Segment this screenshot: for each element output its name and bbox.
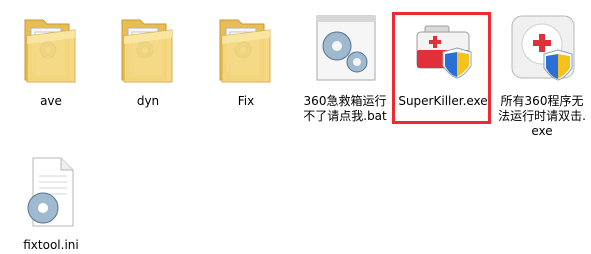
file-name: dyn <box>136 94 160 108</box>
folder-dyn[interactable]: dyn <box>99 6 197 109</box>
folder-icon <box>112 6 184 90</box>
first-aid-kit-icon <box>407 6 479 90</box>
file-name: SuperKiller.exe <box>398 94 488 108</box>
folder-ave[interactable]: ave <box>2 6 100 109</box>
file-name: fixtool.ini <box>23 238 79 252</box>
folder-fix[interactable]: Fix <box>197 6 295 109</box>
folder-icon <box>210 6 282 90</box>
file-superkiller-exe[interactable]: SuperKiller.exe <box>394 6 492 109</box>
file-name: Fix <box>237 94 255 108</box>
folder-icon <box>15 6 87 90</box>
red-cross-shield-icon <box>506 6 578 90</box>
file-explorer-view: ave dyn Fix 360急救箱运行不了请点我.bat SuperKille… <box>0 0 591 254</box>
file-360-bat[interactable]: 360急救箱运行不了请点我.bat <box>296 6 394 124</box>
file-name: 360急救箱运行不了请点我.bat <box>303 94 387 123</box>
file-360-repair-exe[interactable]: 所有360程序无法运行时请双击.exe <box>493 6 591 139</box>
gear-document-icon <box>309 6 381 90</box>
gear-document-icon <box>15 152 87 234</box>
file-name: ave <box>40 94 62 108</box>
file-name: 所有360程序无法运行时请双击.exe <box>498 94 586 138</box>
file-fixtool-ini[interactable]: fixtool.ini <box>2 152 100 253</box>
